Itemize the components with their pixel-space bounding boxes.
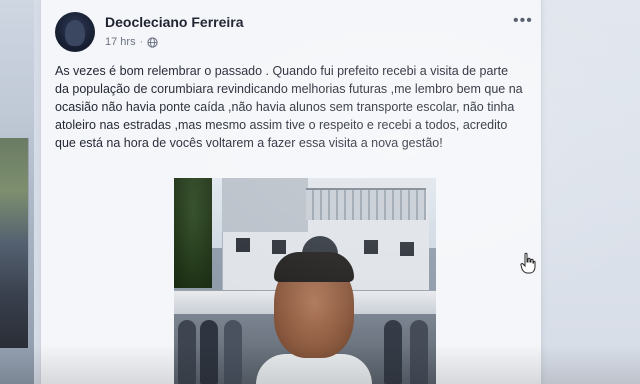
facebook-post-card: Deocleciano Ferreira 17 hrs · ••• As vez…	[40, 0, 542, 384]
photo-person	[410, 320, 428, 384]
left-feed-thumbnail[interactable]	[0, 138, 29, 348]
meta-separator: ·	[139, 36, 144, 48]
monitor-screen: Deocleciano Ferreira 17 hrs · ••• As vez…	[0, 0, 640, 384]
photo-window	[364, 240, 378, 254]
globe-icon[interactable]	[147, 36, 158, 48]
right-panel	[530, 0, 640, 384]
photo-person	[384, 320, 402, 384]
photo-person	[178, 320, 196, 384]
photo-person	[200, 320, 218, 384]
photo-man-shirt	[256, 354, 372, 384]
post-meta: 17 hrs ·	[105, 36, 158, 48]
photo-building-upper	[222, 178, 308, 232]
photo-window	[400, 242, 414, 256]
photo-tree	[174, 178, 212, 288]
more-options-icon[interactable]: •••	[513, 12, 533, 30]
photo-window	[236, 238, 250, 252]
post-photo[interactable]	[174, 178, 436, 384]
photo-person	[224, 320, 242, 384]
post-timestamp[interactable]: 17 hrs	[105, 36, 136, 48]
photo-balcony	[306, 188, 426, 220]
post-author-name[interactable]: Deocleciano Ferreira	[105, 14, 244, 30]
photo-man-hair	[274, 252, 354, 282]
avatar[interactable]	[55, 12, 95, 52]
post-text: As vezes é bom relembrar o passado . Qua…	[55, 64, 523, 150]
photo-window	[272, 240, 286, 254]
